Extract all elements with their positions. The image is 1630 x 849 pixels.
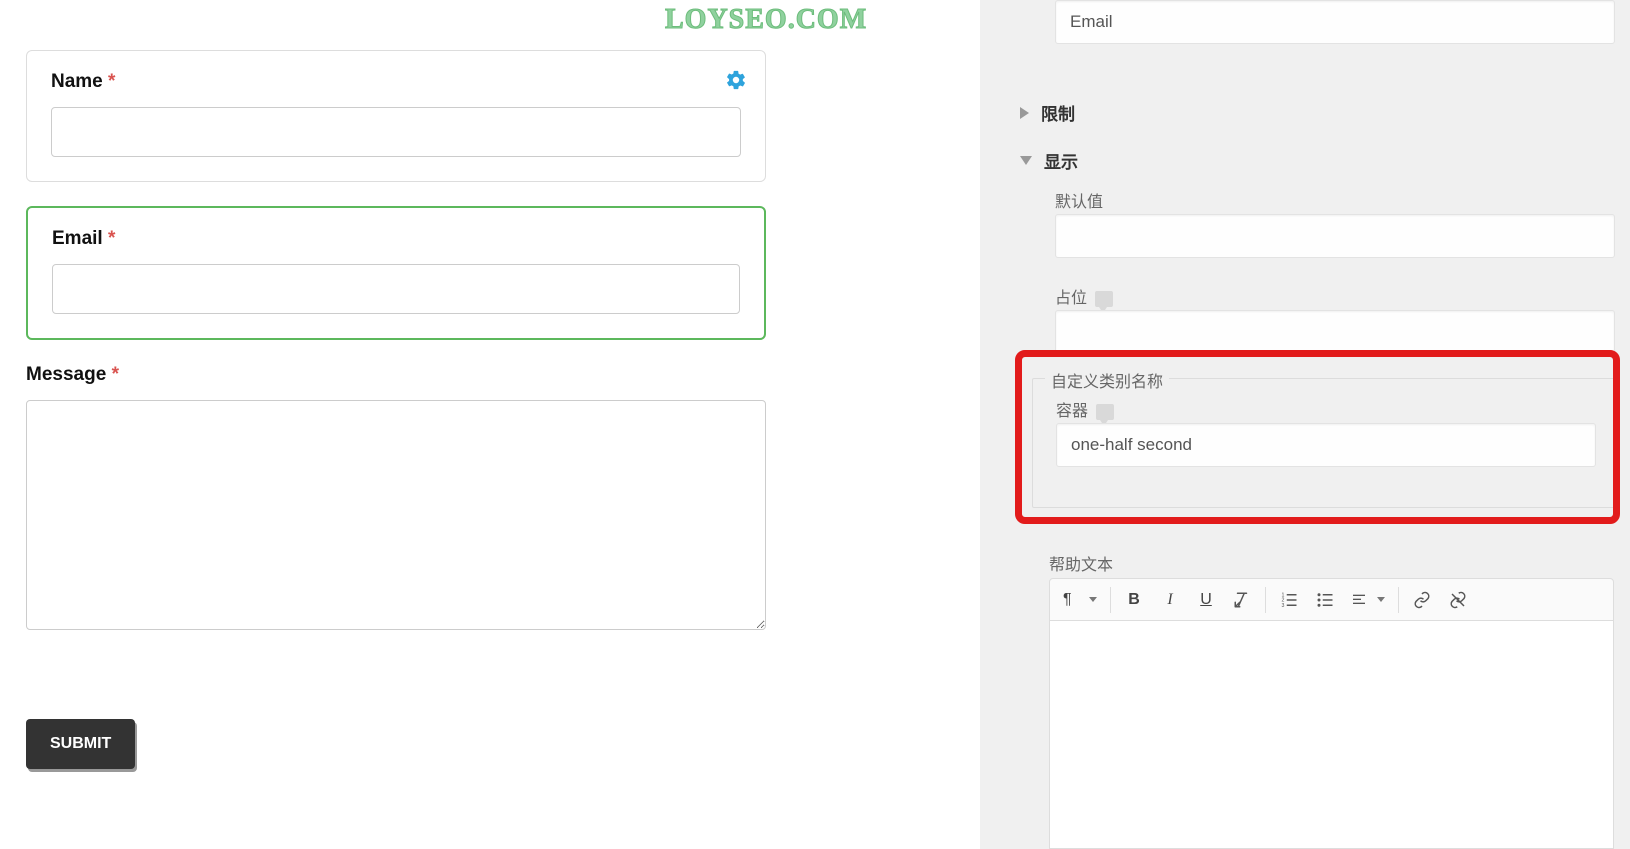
message-field-label: Message *	[26, 364, 766, 386]
required-asterisk: *	[108, 228, 115, 249]
chevron-down-icon	[1089, 597, 1097, 602]
rich-text-toolbar: ¶ B I U 123	[1049, 578, 1614, 621]
bold-button[interactable]: B	[1117, 584, 1151, 616]
gear-icon[interactable]	[725, 69, 747, 91]
name-label-text: Name	[51, 71, 103, 92]
container-class-label: 容器	[1056, 397, 1114, 421]
placeholder-label: 占位	[1055, 284, 1113, 308]
svg-text:3: 3	[1282, 602, 1285, 608]
section-display[interactable]: 显示	[1020, 148, 1078, 173]
pilcrow-icon: ¶	[1063, 591, 1072, 609]
chevron-down-icon	[1020, 156, 1032, 165]
email-field-label: Email *	[52, 228, 740, 250]
form-area: Name * Email * Message *	[26, 50, 766, 769]
toolbar-separator	[1110, 587, 1111, 613]
chevron-right-icon	[1020, 107, 1029, 119]
name-field-label: Name *	[51, 71, 741, 93]
help-icon[interactable]	[1096, 404, 1114, 420]
section-display-label: 显示	[1044, 148, 1078, 173]
help-icon[interactable]	[1095, 291, 1113, 307]
default-value-label: 默认值	[1055, 188, 1103, 212]
chevron-down-icon	[1377, 597, 1385, 602]
underline-button[interactable]: U	[1189, 584, 1223, 616]
italic-button[interactable]: I	[1153, 584, 1187, 616]
align-button[interactable]	[1344, 584, 1392, 616]
placeholder-input[interactable]	[1055, 310, 1615, 354]
email-label-text: Email	[52, 228, 103, 249]
clear-format-button[interactable]	[1225, 584, 1259, 616]
help-text-label: 帮助文本	[1049, 551, 1113, 575]
field-title-input[interactable]: Email	[1056, 1, 1614, 43]
paragraph-format-button[interactable]: ¶	[1056, 584, 1104, 616]
field-title-input-wrap: Email	[1055, 0, 1615, 44]
section-restrict-label: 限制	[1041, 100, 1075, 125]
section-restrict[interactable]: 限制	[1020, 100, 1075, 125]
message-textarea[interactable]	[26, 400, 766, 630]
link-button[interactable]	[1405, 584, 1439, 616]
name-input[interactable]	[51, 107, 741, 157]
container-class-input[interactable]: one-half second	[1057, 424, 1595, 466]
message-label-text: Message	[26, 364, 106, 385]
toolbar-separator	[1265, 587, 1266, 613]
field-card-email[interactable]: Email *	[26, 206, 766, 340]
toolbar-separator	[1398, 587, 1399, 613]
watermark: LOYSEO.COM	[665, 4, 867, 36]
required-asterisk: *	[112, 364, 119, 385]
field-settings-pane: Email 限制 显示 默认值 占位 自定义类别名称 容器 one-half s…	[980, 0, 1630, 849]
unlink-button[interactable]	[1441, 584, 1475, 616]
custom-class-fieldset: 自定义类别名称 容器 one-half second	[1032, 378, 1617, 508]
form-preview-pane: LOYSEO.COM Name * Email *	[0, 0, 980, 849]
default-value-input[interactable]	[1055, 214, 1615, 258]
help-text-editor[interactable]	[1049, 621, 1614, 849]
field-card-message[interactable]: Message *	[26, 364, 766, 659]
ordered-list-button[interactable]: 123	[1272, 584, 1306, 616]
required-asterisk: *	[108, 71, 115, 92]
container-class-input-wrap: one-half second	[1056, 423, 1596, 467]
field-card-name[interactable]: Name *	[26, 50, 766, 182]
unordered-list-button[interactable]	[1308, 584, 1342, 616]
email-input[interactable]	[52, 264, 740, 314]
submit-button[interactable]: SUBMIT	[26, 719, 135, 769]
custom-class-legend: 自定义类别名称	[1045, 368, 1169, 392]
